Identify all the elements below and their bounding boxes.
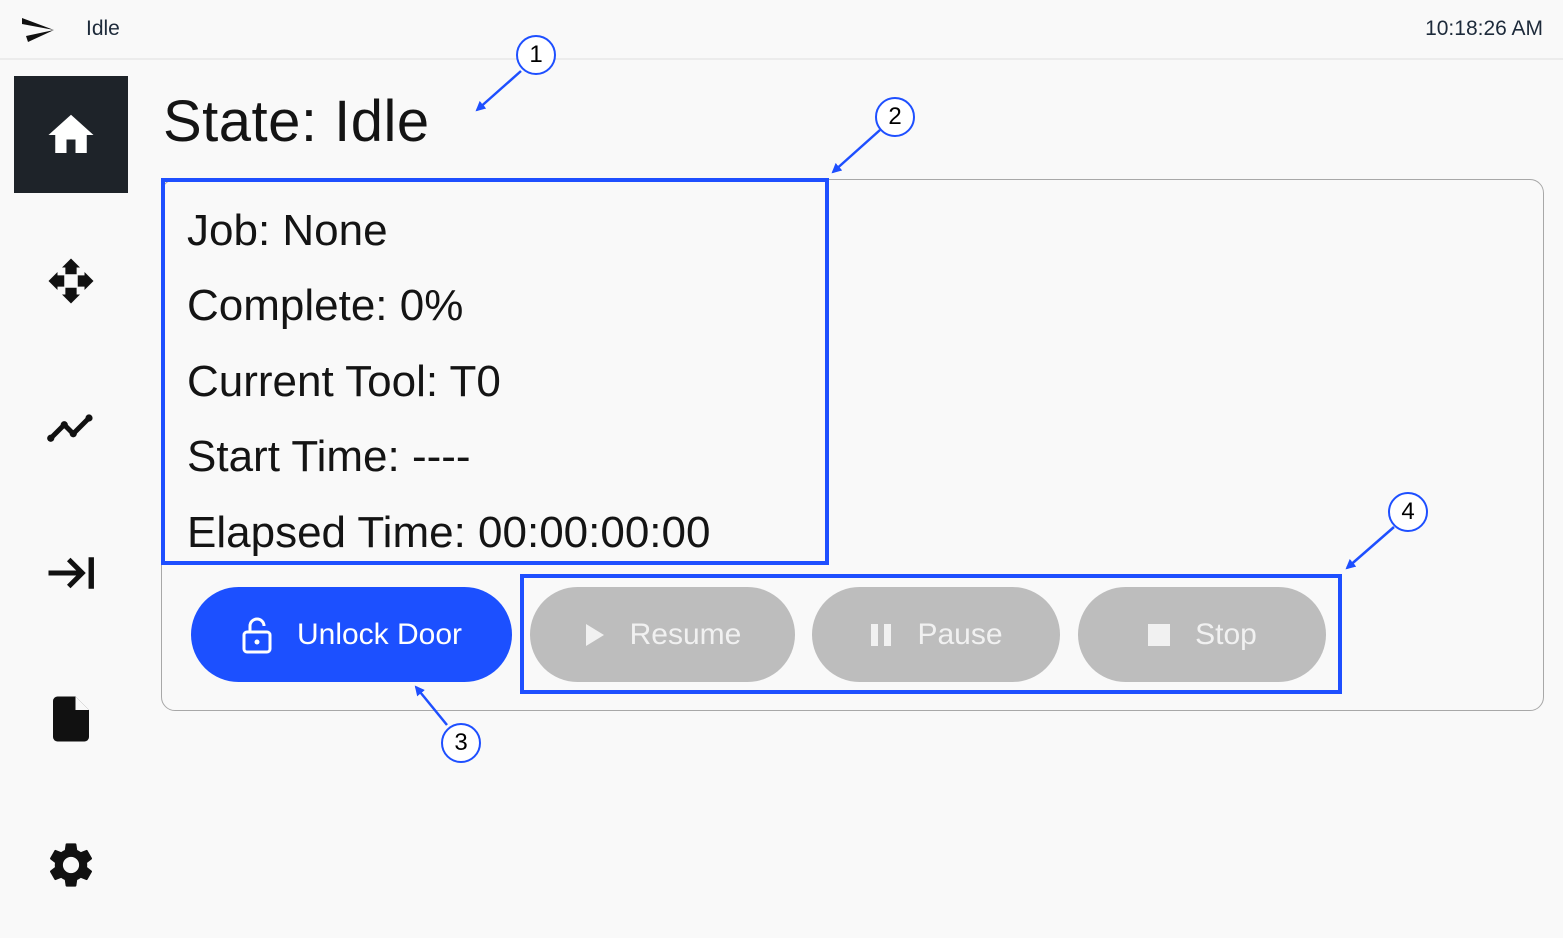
top-bar: Idle 10:18:26 AM bbox=[0, 0, 1563, 60]
annotation-badge-4: 4 bbox=[1388, 492, 1428, 532]
job-name: Job: None bbox=[187, 206, 388, 255]
job-info-panel: Job: None Complete: 0% Current Tool: T0 … bbox=[161, 178, 829, 565]
start-time: Start Time: ---- bbox=[187, 432, 471, 481]
unlock-door-button[interactable]: Unlock Door bbox=[191, 587, 512, 682]
sidebar-item-jog[interactable] bbox=[14, 514, 128, 631]
sidebar-item-charts[interactable] bbox=[14, 368, 128, 485]
elapsed-time: Elapsed Time: 00:00:00:00 bbox=[187, 508, 711, 557]
annotation-badge-3: 3 bbox=[441, 723, 481, 763]
arrow-to-right-bar-icon bbox=[48, 556, 94, 589]
sidebar-item-files[interactable] bbox=[14, 660, 128, 777]
home-icon bbox=[48, 114, 94, 153]
page-title: State: Idle bbox=[163, 89, 430, 154]
unlock-door-label: Unlock Door bbox=[296, 617, 463, 651]
annotation-badge-2: 2 bbox=[875, 97, 915, 137]
job-controls-highlight bbox=[520, 574, 1342, 694]
line-chart-icon bbox=[47, 413, 93, 442]
current-tool: Current Tool: T0 bbox=[187, 357, 501, 406]
move-arrows-icon bbox=[48, 258, 94, 303]
annotation-badge-1: 1 bbox=[516, 35, 556, 75]
unlock-icon bbox=[242, 617, 272, 653]
sidebar-item-home[interactable] bbox=[14, 76, 128, 193]
machine-status: Idle bbox=[86, 17, 120, 40]
sidebar-item-move[interactable] bbox=[14, 222, 128, 339]
job-complete: Complete: 0% bbox=[187, 281, 464, 330]
annotation-arrow-2 bbox=[831, 129, 881, 174]
sidebar-item-settings[interactable] bbox=[14, 806, 128, 923]
annotation-arrow-1 bbox=[475, 70, 522, 112]
paper-plane-logo-icon bbox=[22, 18, 54, 42]
gear-icon bbox=[49, 842, 93, 887]
clock: 10:18:26 AM bbox=[1425, 17, 1543, 40]
file-icon bbox=[53, 696, 89, 741]
